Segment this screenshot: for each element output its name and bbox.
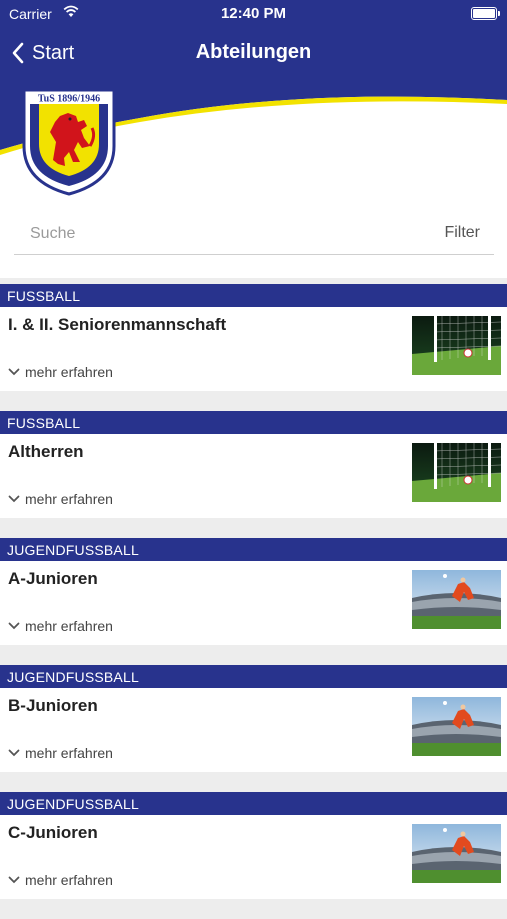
goal-net-photo [412,316,501,375]
chevron-down-icon [8,876,20,884]
back-button[interactable]: Start [12,38,74,68]
clock: 12:40 PM [220,5,287,22]
department-title: I. & II. Seniorenmannschaft [8,315,227,334]
battery-icon [471,7,500,20]
department-item[interactable]: I. & II. Seniorenmannschaft mehr erfahren [0,307,507,391]
category-header: JUGENDFUSSBALL [0,538,507,561]
department-list: FUSSBALL I. & II. Seniorenmannschaft mehr … [0,284,507,919]
chevron-down-icon [8,495,20,503]
search-input[interactable] [28,224,412,244]
category-header: JUGENDFUSSBALL [0,665,507,688]
department-title: B-Junioren [8,696,98,715]
back-label: Start [32,41,75,64]
chevron-left-icon [12,42,24,64]
department-title: Altherren [8,442,84,461]
category-header: FUSSBALL [0,411,507,434]
chevron-down-icon [8,749,20,757]
more-info-label: mehr erfahren [25,364,113,380]
department-card: JUGENDFUSSBALL B-Junioren mehr erfahren [0,665,507,792]
filter-button[interactable]: Filter [444,224,480,242]
department-card: FUSSBALL I. & II. Seniorenmannschaft mehr … [0,284,507,411]
status-bar: Carrier 12:40 PM [0,0,507,28]
more-info-label: mehr erfahren [25,618,113,634]
stadium-kick-photo [412,570,501,629]
logo-top-text: TuS 1896/1946 [38,94,100,105]
more-info-label: mehr erfahren [25,872,113,888]
department-title: C-Junioren [8,823,98,842]
more-info-label: mehr erfahren [25,491,113,507]
more-info-link[interactable]: mehr erfahren [8,618,113,634]
more-info-link[interactable]: mehr erfahren [8,364,113,380]
category-header: FUSSBALL [0,284,507,307]
goal-net-photo [412,443,501,502]
department-card: JUGENDFUSSBALL A-Junioren mehr erfahren [0,538,507,665]
more-info-link[interactable]: mehr erfahren [8,491,113,507]
more-info-label: mehr erfahren [25,745,113,761]
search-bar: Filter [14,214,494,255]
department-item[interactable]: C-Junioren mehr erfahren [0,815,507,899]
header: Carrier 12:40 PM Start Abteilungen TuS 1… [0,0,507,200]
department-item[interactable]: Altherren mehr erfahren [0,434,507,518]
more-info-link[interactable]: mehr erfahren [8,745,113,761]
chevron-down-icon [8,368,20,376]
chevron-down-icon [8,622,20,630]
more-info-link[interactable]: mehr erfahren [8,872,113,888]
department-item[interactable]: B-Junioren mehr erfahren [0,688,507,772]
stadium-kick-photo [412,697,501,756]
department-item[interactable]: A-Junioren mehr erfahren [0,561,507,645]
stadium-kick-photo [412,824,501,883]
department-title: A-Junioren [8,569,98,588]
club-logo: TuS 1896/1946 [22,88,116,196]
department-card: FUSSBALL Altherren mehr erfahren [0,411,507,538]
category-header: JUGENDFUSSBALL [0,792,507,815]
